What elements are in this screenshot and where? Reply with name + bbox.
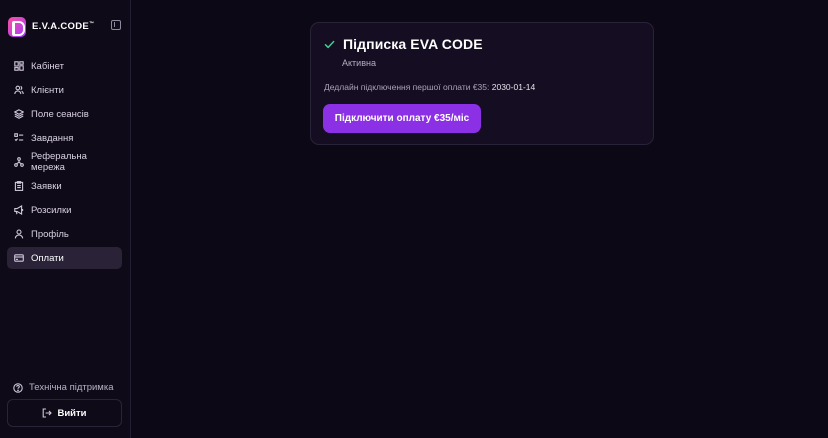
logout-icon <box>42 408 53 418</box>
sidebar-item-label: Заявки <box>31 180 62 192</box>
sidebar-item-requests[interactable]: Заявки <box>7 175 122 197</box>
sidebar-item-label: Профіль <box>31 228 69 240</box>
check-icon <box>324 39 335 50</box>
megaphone-icon <box>14 205 24 215</box>
sidebar-item-label: Клієнти <box>31 84 64 96</box>
card-icon <box>14 253 24 263</box>
support-link[interactable]: Технічна підтримка <box>13 382 114 393</box>
sidebar-item-clients[interactable]: Клієнти <box>7 79 122 101</box>
users-icon <box>14 85 24 95</box>
subscription-header: Підписка EVA CODE <box>324 36 483 52</box>
brand-name-text: E.V.A.CODE <box>32 21 90 33</box>
dashboard-icon <box>14 61 24 71</box>
sidebar-item-profile[interactable]: Профіль <box>7 223 122 245</box>
subscription-deadline: Дедлайн підключення першої оплати €35: 2… <box>324 82 535 92</box>
deadline-label: Дедлайн підключення першої оплати €35: <box>324 82 490 92</box>
sidebar-item-tasks[interactable]: Завдання <box>7 127 122 149</box>
sidebar-item-cabinet[interactable]: Кабінет <box>7 55 122 77</box>
sidebar-item-label: Реферальна мережа <box>31 151 87 173</box>
logout-label: Вийти <box>57 407 87 419</box>
subscription-status: Активна <box>342 58 376 68</box>
sidebar: E.V.A.CODE™ Кабінет Клієнти Поле сеансів… <box>0 0 131 438</box>
brand-logo <box>8 17 26 37</box>
brand-name: E.V.A.CODE™ <box>32 21 94 32</box>
support-label: Технічна підтримка <box>29 382 114 393</box>
sidebar-item-mailings[interactable]: Розсилки <box>7 199 122 221</box>
sidebar-item-referral[interactable]: Реферальна мережа <box>7 151 122 173</box>
sidebar-item-label: Розсилки <box>31 204 72 216</box>
network-icon <box>14 157 24 167</box>
user-icon <box>14 229 24 239</box>
sidebar-item-label: Оплати <box>31 252 64 264</box>
sidebar-item-label: Завдання <box>31 132 74 144</box>
deadline-date: 2030-01-14 <box>491 82 536 92</box>
connect-payment-button[interactable]: Підключити оплату €35/міс <box>323 104 481 133</box>
sidebar-item-payments[interactable]: Оплати <box>7 247 122 269</box>
sidebar-item-sessions[interactable]: Поле сеансів <box>7 103 122 125</box>
help-icon <box>13 382 23 393</box>
app-root: E.V.A.CODE™ Кабінет Клієнти Поле сеансів… <box>0 0 828 438</box>
logout-button[interactable]: Вийти <box>7 399 122 427</box>
trademark-mark: ™ <box>89 21 95 28</box>
clipboard-icon <box>14 181 24 191</box>
tasks-icon <box>14 133 24 143</box>
sidebar-nav: Кабінет Клієнти Поле сеансів Завдання Ре… <box>7 55 122 271</box>
subscription-card: Підписка EVA CODE Активна Дедлайн підклю… <box>310 22 654 145</box>
sidebar-collapse-icon[interactable] <box>111 20 121 30</box>
subscription-title: Підписка EVA CODE <box>343 36 483 52</box>
layers-icon <box>14 109 24 119</box>
sidebar-item-label: Поле сеансів <box>31 108 89 120</box>
sidebar-item-label: Кабінет <box>31 60 64 72</box>
brand: E.V.A.CODE™ <box>8 16 123 38</box>
